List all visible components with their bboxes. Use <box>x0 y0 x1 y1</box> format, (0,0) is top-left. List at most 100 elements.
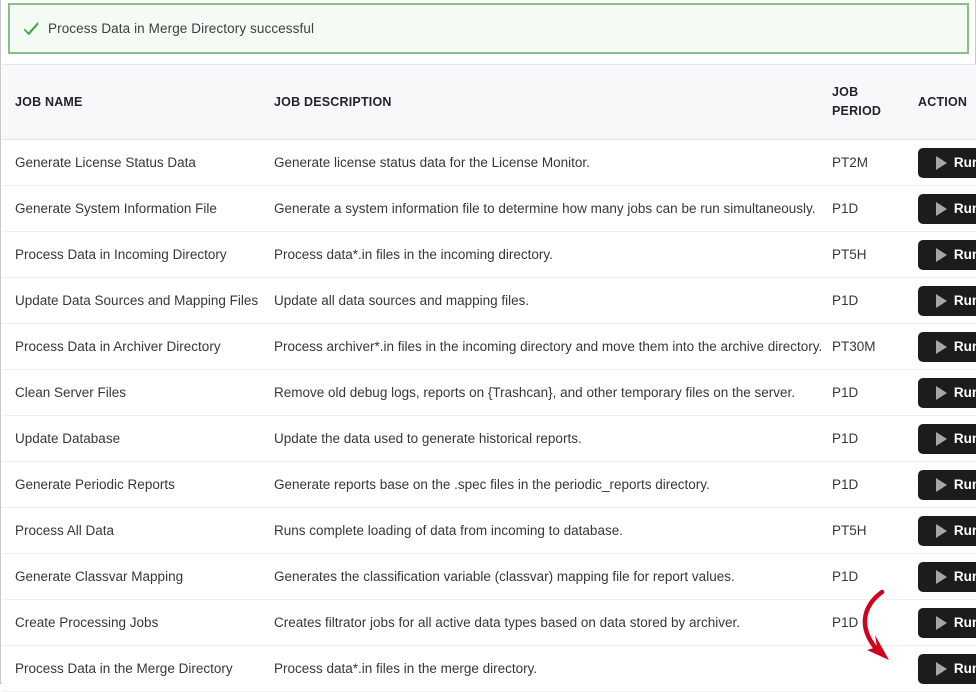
cell-job-description: Creates filtrator jobs for all active da… <box>266 600 824 646</box>
cell-job-name: Generate System Information File <box>2 186 266 232</box>
cell-action: Run <box>910 600 976 646</box>
cell-action: Run <box>910 278 976 324</box>
cell-job-name: Generate Periodic Reports <box>2 462 266 508</box>
table-row: Update Data Sources and Mapping FilesUpd… <box>2 278 976 324</box>
cell-job-description: Process data*.in files in the merge dire… <box>266 646 824 692</box>
column-header-action[interactable]: ACTION <box>910 65 976 140</box>
jobs-table-head: JOB NAME JOB DESCRIPTION JOB PERIOD ACTI… <box>2 65 976 140</box>
table-row: Generate License Status DataGenerate lic… <box>2 140 976 186</box>
column-header-job-description[interactable]: JOB DESCRIPTION <box>266 65 824 140</box>
table-row: Generate Periodic ReportsGenerate report… <box>2 462 976 508</box>
cell-job-period: P1D <box>824 278 910 324</box>
cell-job-period: PT5H <box>824 232 910 278</box>
check-mark-icon <box>23 20 40 37</box>
run-button-label: Run <box>954 478 976 492</box>
play-icon <box>936 294 947 308</box>
column-header-job-period[interactable]: JOB PERIOD <box>824 65 910 140</box>
run-button[interactable]: Run <box>918 286 976 316</box>
success-alert-message: Process Data in Merge Directory successf… <box>48 22 314 36</box>
cell-job-period: P1D <box>824 370 910 416</box>
cell-job-description: Process data*.in files in the incoming d… <box>266 232 824 278</box>
column-header-job-period-line1: JOB <box>832 83 910 102</box>
column-header-job-name[interactable]: JOB NAME <box>2 65 266 140</box>
cell-action: Run <box>910 370 976 416</box>
cell-action: Run <box>910 462 976 508</box>
run-button-label: Run <box>954 662 976 676</box>
cell-job-name: Update Database <box>2 416 266 462</box>
play-icon <box>936 616 947 630</box>
jobs-table-body: Generate License Status DataGenerate lic… <box>2 140 976 692</box>
run-button-label: Run <box>954 432 976 446</box>
cell-job-description: Remove old debug logs, reports on {Trash… <box>266 370 824 416</box>
cell-job-name: Update Data Sources and Mapping Files <box>2 278 266 324</box>
cell-action: Run <box>910 324 976 370</box>
cell-job-period: P1D <box>824 600 910 646</box>
table-header-row: JOB NAME JOB DESCRIPTION JOB PERIOD ACTI… <box>2 65 976 140</box>
run-button[interactable]: Run <box>918 654 976 684</box>
table-row: Process Data in Incoming DirectoryProces… <box>2 232 976 278</box>
play-icon <box>936 340 947 354</box>
cell-action: Run <box>910 554 976 600</box>
run-button-label: Run <box>954 386 976 400</box>
play-icon <box>936 386 947 400</box>
run-button[interactable]: Run <box>918 332 976 362</box>
cell-job-period: P1D <box>824 416 910 462</box>
table-row: Process Data in the Merge DirectoryProce… <box>2 646 976 692</box>
run-button-label: Run <box>954 524 976 538</box>
cell-job-period: PT5H <box>824 508 910 554</box>
table-row: Update DatabaseUpdate the data used to g… <box>2 416 976 462</box>
run-button[interactable]: Run <box>918 516 976 546</box>
run-button-label: Run <box>954 616 976 630</box>
play-icon <box>936 248 947 262</box>
table-row: Generate System Information FileGenerate… <box>2 186 976 232</box>
cell-job-description: Generates the classification variable (c… <box>266 554 824 600</box>
run-button[interactable]: Run <box>918 562 976 592</box>
column-header-job-period-line2: PERIOD <box>832 102 910 121</box>
table-row: Create Processing JobsCreates filtrator … <box>2 600 976 646</box>
cell-job-description: Update the data used to generate histori… <box>266 416 824 462</box>
cell-job-name: Generate License Status Data <box>2 140 266 186</box>
cell-action: Run <box>910 508 976 554</box>
table-row: Process All DataRuns complete loading of… <box>2 508 976 554</box>
cell-action: Run <box>910 186 976 232</box>
success-alert-banner: Process Data in Merge Directory successf… <box>8 3 969 54</box>
table-row: Generate Classvar MappingGenerates the c… <box>2 554 976 600</box>
run-button-label: Run <box>954 294 976 308</box>
play-icon <box>936 432 947 446</box>
run-button[interactable]: Run <box>918 240 976 270</box>
play-icon <box>936 662 947 676</box>
cell-job-name: Create Processing Jobs <box>2 600 266 646</box>
cell-job-name: Process Data in Incoming Directory <box>2 232 266 278</box>
run-button[interactable]: Run <box>918 608 976 638</box>
cell-job-description: Generate reports base on the .spec files… <box>266 462 824 508</box>
jobs-table-container: JOB NAME JOB DESCRIPTION JOB PERIOD ACTI… <box>2 64 976 692</box>
cell-action: Run <box>910 232 976 278</box>
table-row: Clean Server FilesRemove old debug logs,… <box>2 370 976 416</box>
run-button[interactable]: Run <box>918 378 976 408</box>
cell-job-period: P1D <box>824 462 910 508</box>
run-button[interactable]: Run <box>918 424 976 454</box>
cell-job-name: Process Data in Archiver Directory <box>2 324 266 370</box>
run-button-label: Run <box>954 570 976 584</box>
jobs-table: JOB NAME JOB DESCRIPTION JOB PERIOD ACTI… <box>2 64 976 692</box>
run-button[interactable]: Run <box>918 194 976 224</box>
play-icon <box>936 202 947 216</box>
job-scheduler-page: Process Data in Merge Directory successf… <box>0 0 976 684</box>
cell-job-name: Clean Server Files <box>2 370 266 416</box>
cell-action: Run <box>910 140 976 186</box>
cell-job-description: Process archiver*.in files in the incomi… <box>266 324 824 370</box>
run-button-label: Run <box>954 340 976 354</box>
run-button[interactable]: Run <box>918 470 976 500</box>
cell-action: Run <box>910 416 976 462</box>
run-button-label: Run <box>954 248 976 262</box>
run-button-label: Run <box>954 202 976 216</box>
cell-job-period <box>824 646 910 692</box>
table-row: Process Data in Archiver DirectoryProces… <box>2 324 976 370</box>
run-button[interactable]: Run <box>918 148 976 178</box>
cell-job-period: P1D <box>824 186 910 232</box>
play-icon <box>936 524 947 538</box>
play-icon <box>936 478 947 492</box>
cell-job-period: PT2M <box>824 140 910 186</box>
cell-job-description: Generate license status data for the Lic… <box>266 140 824 186</box>
cell-job-name: Generate Classvar Mapping <box>2 554 266 600</box>
